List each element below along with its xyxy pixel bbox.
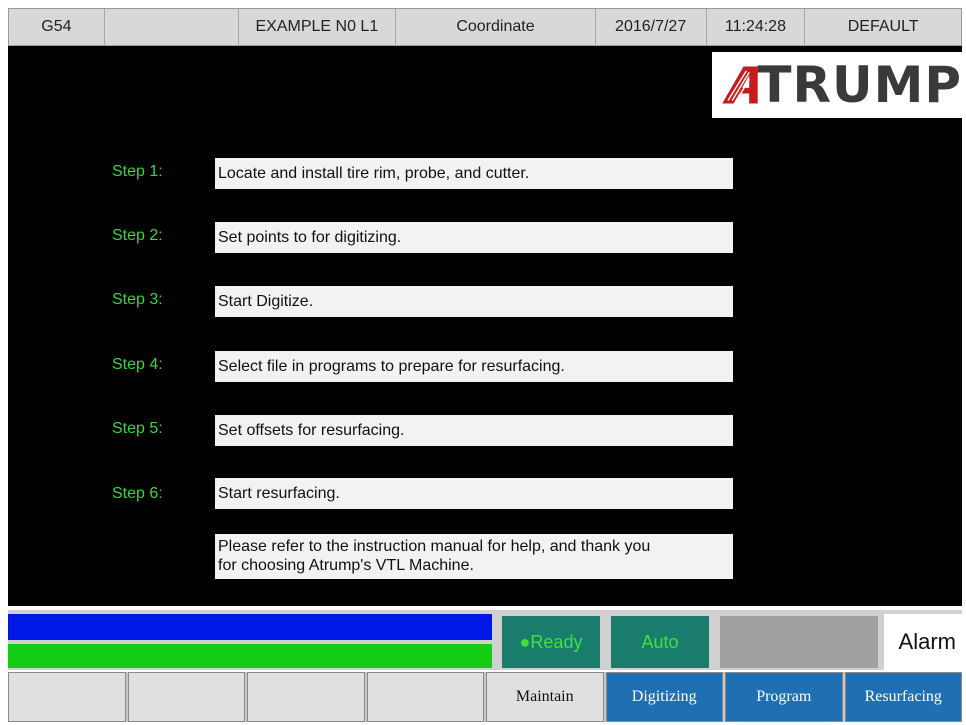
profile-label: DEFAULT bbox=[847, 18, 919, 35]
step-4-label: Step 4: bbox=[112, 356, 163, 373]
softkey-1-button[interactable] bbox=[8, 672, 126, 722]
help-note: Please refer to the instruction manual f… bbox=[215, 534, 733, 579]
step-2-label: Step 2: bbox=[112, 227, 163, 244]
step-6-label: Step 6: bbox=[112, 485, 163, 502]
step-3-label: Step 3: bbox=[112, 291, 163, 308]
step-1-text: Locate and install tire rim, probe, and … bbox=[215, 158, 733, 189]
ready-indicator: ●Ready bbox=[502, 616, 600, 668]
work-offset-label: G54 bbox=[9, 9, 105, 45]
alarm-indicator[interactable]: Alarm bbox=[884, 614, 962, 670]
step-3-text: Start Digitize. bbox=[215, 286, 733, 317]
program-line-label: EXAMPLE N0 L1 bbox=[239, 9, 397, 45]
softkey-4-button[interactable] bbox=[366, 672, 484, 722]
time-label: 11:24:28 bbox=[707, 9, 806, 45]
softkey-2-button[interactable] bbox=[127, 672, 245, 722]
step-5-text: Set offsets for resurfacing. bbox=[215, 415, 733, 446]
resurfacing-button[interactable]: Resurfacing bbox=[844, 672, 962, 722]
program-button[interactable]: Program bbox=[725, 672, 843, 722]
step-2-text: Set points to for digitizing. bbox=[215, 222, 733, 253]
progress-bar-blue bbox=[8, 614, 492, 640]
step-5-label: Step 5: bbox=[112, 420, 163, 437]
step-4-text: Select file in programs to prepare for r… bbox=[215, 351, 733, 382]
screen-mode-label: Coordinate bbox=[396, 9, 596, 45]
logo-text: TRUMP bbox=[757, 56, 962, 114]
date-label: 2016/7/27 bbox=[596, 9, 707, 45]
auto-mode-indicator: Auto bbox=[611, 616, 709, 668]
main-panel: TRUMP Step 1: Locate and install tire ri… bbox=[8, 46, 962, 606]
header-bar: G54 EXAMPLE N0 L1 Coordinate 2016/7/27 1… bbox=[8, 8, 962, 46]
softkey-3-button[interactable] bbox=[247, 672, 365, 722]
digitizing-button[interactable]: Digitizing bbox=[605, 672, 723, 722]
maintain-button[interactable]: Maintain bbox=[486, 672, 604, 722]
softkey-bar: Maintain Digitizing Program Resurfacing bbox=[8, 672, 962, 722]
progress-bar-green bbox=[8, 644, 492, 668]
step-6-text: Start resurfacing. bbox=[215, 478, 733, 509]
status-blank-indicator bbox=[720, 616, 878, 668]
status-bar: ●Ready Auto Alarm bbox=[8, 610, 962, 670]
step-1-label: Step 1: bbox=[112, 163, 163, 180]
atrump-logo: TRUMP bbox=[712, 52, 962, 118]
header-blank-cell bbox=[105, 9, 239, 45]
